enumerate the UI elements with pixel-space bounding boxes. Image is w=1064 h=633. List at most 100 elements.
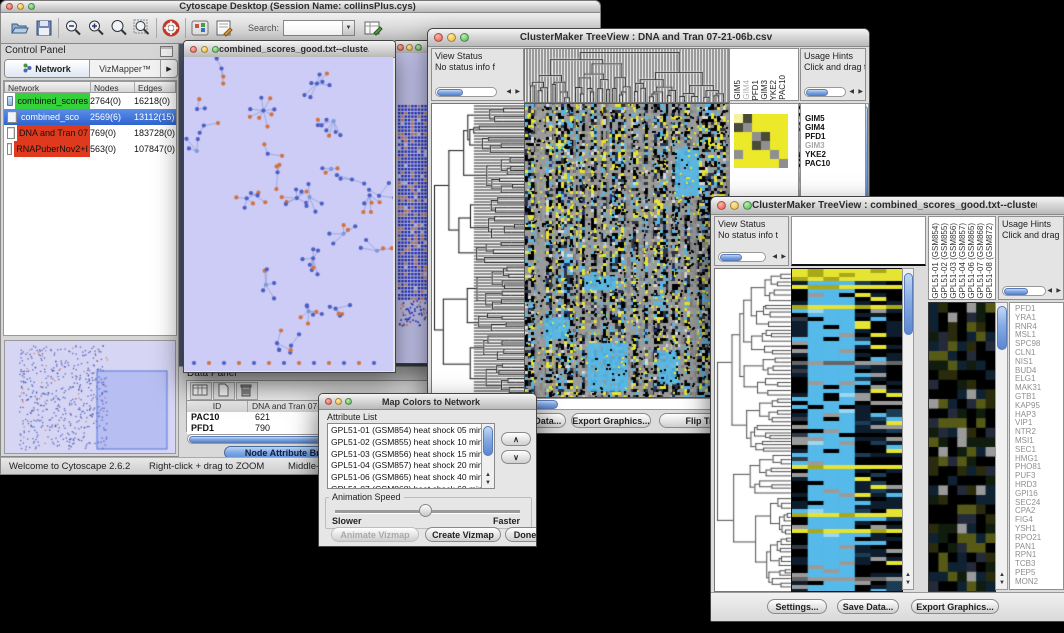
network-table-row[interactable]: DNA and Tran 07 769(0) 183728(0) [4, 125, 176, 141]
speed-slider-thumb[interactable] [419, 504, 432, 517]
done-button[interactable]: Done [505, 527, 537, 542]
create-vizmap-button[interactable]: Create Vizmap [425, 527, 501, 542]
attribute-editor-icon[interactable] [363, 18, 383, 38]
map-colors-dialog: Map Colors to Network Attribute List GPL… [318, 393, 537, 547]
close-icon[interactable] [434, 33, 443, 42]
attribute-list-vscrollbar[interactable]: ▲ ▼ [481, 424, 494, 488]
open-session-icon[interactable] [9, 18, 29, 38]
attribute-item[interactable]: GPL51-03 (GSM856) heat shock 15 min [328, 448, 481, 460]
close-icon[interactable] [6, 3, 13, 10]
tv1-row-dendrogram[interactable] [431, 103, 526, 398]
attribute-item[interactable]: GPL51-02 (GSM855) heat shock 10 min [328, 436, 481, 448]
close-icon[interactable] [717, 201, 726, 210]
attribute-listbox[interactable]: GPL51-01 (GSM854) heat shock 05 minGPL51… [327, 423, 495, 489]
tv1-usage-scrollbar[interactable] [804, 87, 846, 97]
treeview1-titlebar[interactable]: ClusterMaker TreeView : DNA and Tran 07-… [428, 29, 869, 47]
main-window-controls[interactable] [1, 3, 35, 10]
close-icon[interactable] [325, 398, 332, 405]
search-input[interactable]: ▼ [283, 20, 355, 36]
help-icon[interactable] [161, 18, 181, 38]
scroll-down-icon[interactable]: ▼ [485, 480, 491, 487]
tv1-column-dendrogram[interactable] [524, 48, 730, 103]
scroll-right-icon[interactable]: ▶ [1056, 288, 1061, 295]
network1-titlebar[interactable]: combined_scores_good.txt--cluste... [184, 41, 395, 58]
new-attribute-icon[interactable] [213, 382, 235, 400]
network-table-row[interactable]: RNAPuberNov2+I 563(0) 107847(0) [4, 141, 176, 157]
minimize-icon[interactable] [406, 44, 413, 51]
minimize-icon[interactable] [335, 398, 342, 405]
col-label: GPL51-04 (GSM857) [958, 223, 967, 299]
scroll-right-icon[interactable]: ▶ [515, 89, 520, 96]
network-modules-icon[interactable] [190, 18, 210, 38]
network1-title: combined_scores_good.txt--cluste... [219, 44, 369, 54]
scroll-up-icon[interactable]: ▲ [905, 572, 911, 579]
scroll-left-icon[interactable]: ◀ [849, 89, 854, 96]
tv2-labels-vscrollbar[interactable]: ▲ ▼ [995, 302, 1008, 590]
tab-vizmapper[interactable]: VizMapper™ [90, 60, 161, 77]
control-panel-title: Control Panel [5, 45, 66, 56]
scroll-up-icon[interactable]: ▲ [999, 572, 1005, 579]
move-up-button[interactable]: ∧ [501, 432, 531, 446]
birdseye-view[interactable] [4, 340, 176, 454]
zoom-fit-icon[interactable] [109, 18, 129, 38]
tv1-export-graphics-button[interactable]: Export Graphics... [571, 413, 651, 428]
scroll-down-icon[interactable]: ▼ [905, 580, 911, 587]
scroll-down-icon[interactable]: ▼ [999, 580, 1005, 587]
scroll-left-icon[interactable]: ◀ [1047, 288, 1052, 295]
tv2-usage-scrollbar[interactable] [1002, 286, 1046, 296]
tab-overflow-arrow[interactable]: ▶ [161, 60, 177, 77]
tv1-summary-heatmap[interactable] [734, 114, 788, 168]
attribute-select-icon[interactable] [190, 382, 212, 400]
scroll-up-icon[interactable]: ▲ [485, 472, 491, 479]
tab-network[interactable]: Network [5, 60, 90, 77]
network-table-row[interactable]: combined_scores 2764(0) 16218(0) [4, 93, 176, 109]
attribute-item[interactable]: GPL51-01 (GSM854) heat shock 05 min [328, 424, 481, 436]
delete-attribute-icon[interactable] [236, 382, 258, 400]
annotation-icon[interactable] [214, 18, 234, 38]
attribute-item[interactable]: GPL51-07 (GSM868) heat shock 60 min [328, 483, 481, 488]
main-titlebar[interactable]: Cytoscape Desktop (Session Name: collins… [0, 0, 601, 13]
tv2-heatmap[interactable] [791, 268, 903, 592]
zoom-window-icon[interactable] [743, 201, 752, 210]
tv2-status-scrollbar[interactable] [718, 252, 766, 262]
minimize-icon[interactable] [447, 33, 456, 42]
minimize-icon[interactable] [17, 3, 24, 10]
zoom-selected-icon[interactable] [132, 18, 152, 38]
tv2-row-dendrogram[interactable] [714, 268, 793, 592]
zoom-window-icon[interactable] [415, 44, 422, 51]
animate-vizmap-button[interactable]: Animate Vizmap [331, 527, 419, 542]
float-panel-icon[interactable] [160, 46, 173, 57]
network-table-row[interactable]: combined_sco 2569(6) 13112(15) [4, 109, 176, 125]
attribute-item[interactable]: GPL51-04 (GSM857) heat shock 20 min [328, 459, 481, 471]
network-table-header[interactable]: Network Nodes Edges [4, 81, 176, 93]
tv1-view-status: View StatusNo status info f ◀ ▶ [431, 48, 524, 101]
control-panel-tabs: Network VizMapper™ ▶ [4, 59, 178, 78]
zoom-window-icon[interactable] [460, 33, 469, 42]
save-session-icon[interactable] [34, 18, 54, 38]
close-icon[interactable] [190, 46, 197, 53]
zoom-window-icon[interactable] [345, 398, 352, 405]
attribute-item[interactable]: GPL51-06 (GSM865) heat shock 40 min [328, 471, 481, 483]
scroll-left-icon[interactable]: ◀ [772, 254, 777, 261]
scroll-right-icon[interactable]: ▶ [781, 254, 786, 261]
zoom-out-icon[interactable] [63, 18, 83, 38]
close-icon[interactable] [397, 44, 404, 51]
search-dropdown-icon[interactable]: ▼ [342, 21, 354, 35]
tv2-export-graphics-button[interactable]: Export Graphics... [911, 599, 999, 614]
tv2-save-data-button[interactable]: Save Data... [837, 599, 899, 614]
treeview2-titlebar[interactable]: ClusterMaker TreeView : combined_scores_… [711, 197, 1064, 215]
network1-canvas[interactable] [184, 57, 393, 371]
zoom-window-icon[interactable] [28, 3, 35, 10]
tv1-status-scrollbar[interactable] [435, 87, 497, 97]
tv2-heatmap-vscrollbar[interactable]: ▲ ▼ [902, 268, 914, 590]
minimize-icon[interactable] [730, 201, 739, 210]
scroll-right-icon[interactable]: ▶ [858, 89, 863, 96]
dialog-titlebar[interactable]: Map Colors to Network [319, 394, 536, 410]
move-down-button[interactable]: ∨ [501, 450, 531, 464]
tv2-settings-button[interactable]: Settings... [767, 599, 827, 614]
minimize-icon[interactable] [201, 46, 208, 53]
scroll-left-icon[interactable]: ◀ [506, 89, 511, 96]
tv2-secondary-heatmap[interactable] [928, 302, 996, 592]
zoom-in-icon[interactable] [86, 18, 106, 38]
zoom-window-icon[interactable] [212, 46, 219, 53]
